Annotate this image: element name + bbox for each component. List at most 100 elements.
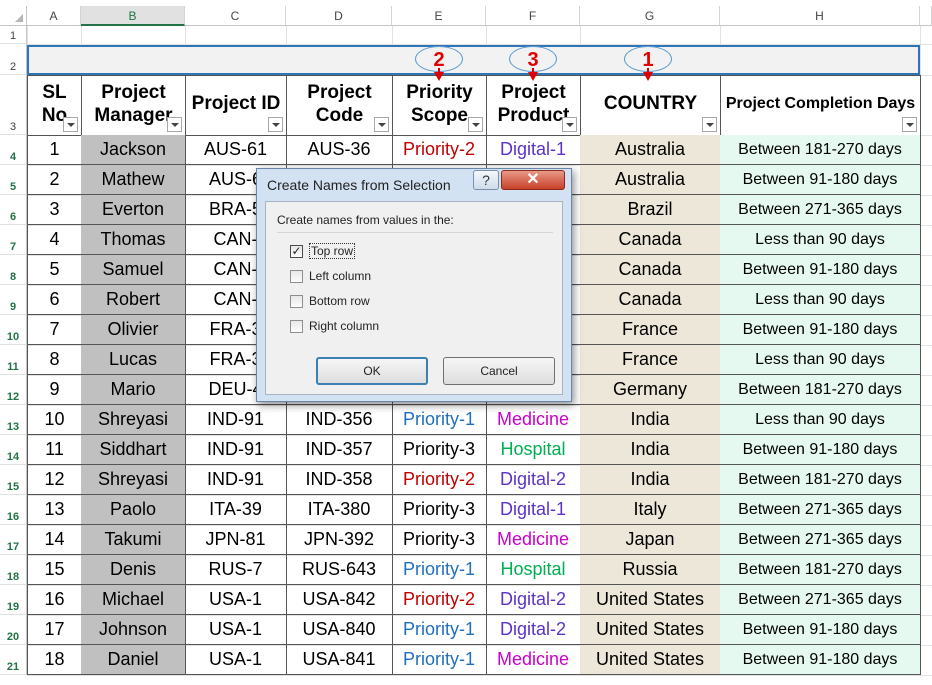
- header-project-code[interactable]: Project Code: [286, 75, 393, 136]
- row-header-3[interactable]: 3: [0, 75, 27, 135]
- cell-sl[interactable]: 9: [27, 375, 82, 405]
- column-header-b[interactable]: B: [81, 6, 185, 26]
- ok-button[interactable]: OK: [316, 357, 428, 385]
- cell-priority[interactable]: Priority-3: [392, 525, 487, 555]
- cell-days[interactable]: Between 91-180 days: [720, 615, 921, 645]
- create-names-dialog[interactable]: Create Names from Selection ? ✕ Create n…: [256, 168, 572, 402]
- cell-manager[interactable]: Lucas: [81, 345, 186, 375]
- cell-product[interactable]: Medicine: [486, 645, 581, 675]
- cell-days[interactable]: Between 181-270 days: [720, 135, 921, 165]
- cell-priority[interactable]: Priority-3: [392, 495, 487, 525]
- option-bottom-row[interactable]: Bottom row: [290, 292, 370, 310]
- cell-sl[interactable]: 13: [27, 495, 82, 525]
- cell-country[interactable]: United States: [580, 615, 721, 645]
- cell-priority[interactable]: Priority-1: [392, 645, 487, 675]
- cell-sl[interactable]: 4: [27, 225, 82, 255]
- cell-days[interactable]: Between 181-270 days: [720, 375, 921, 405]
- row-header-2[interactable]: 2: [0, 44, 27, 75]
- row-header-19[interactable]: 19: [0, 585, 27, 615]
- cell-id[interactable]: JPN-81: [185, 525, 287, 555]
- filter-dropdown-icon[interactable]: [902, 117, 917, 132]
- cell-days[interactable]: Less than 90 days: [720, 225, 921, 255]
- header-priority-scope[interactable]: Priority Scope: [392, 75, 487, 136]
- cell-days[interactable]: Between 271-365 days: [720, 495, 921, 525]
- cell-sl[interactable]: 8: [27, 345, 82, 375]
- filter-dropdown-icon[interactable]: [562, 117, 577, 132]
- row-header-20[interactable]: 20: [0, 615, 27, 645]
- cell-days[interactable]: Between 181-270 days: [720, 465, 921, 495]
- cell-country[interactable]: France: [580, 315, 721, 345]
- column-header-g[interactable]: G: [580, 6, 720, 26]
- header-completion-days[interactable]: Project Completion Days: [720, 75, 921, 136]
- option-right-column[interactable]: Right column: [290, 317, 379, 335]
- cell-days[interactable]: Between 271-365 days: [720, 585, 921, 615]
- column-header-h[interactable]: H: [720, 6, 920, 26]
- header-project-product[interactable]: Project Product: [486, 75, 581, 136]
- row-header-7[interactable]: 7: [0, 225, 27, 255]
- cell-days[interactable]: Between 91-180 days: [720, 165, 921, 195]
- cell-country[interactable]: Canada: [580, 225, 721, 255]
- cell-manager[interactable]: Johnson: [81, 615, 186, 645]
- cell-id[interactable]: IND-91: [185, 465, 287, 495]
- cell-days[interactable]: Between 91-180 days: [720, 255, 921, 285]
- row-header-4[interactable]: 4: [0, 135, 27, 165]
- cell-sl[interactable]: 7: [27, 315, 82, 345]
- row-header-5[interactable]: 5: [0, 165, 27, 195]
- cell-code[interactable]: IND-356: [286, 405, 393, 435]
- cell-sl[interactable]: 11: [27, 435, 82, 465]
- cancel-button[interactable]: Cancel: [443, 357, 555, 385]
- cell-sl[interactable]: 5: [27, 255, 82, 285]
- option-left-column[interactable]: Left column: [290, 267, 371, 285]
- cell-id[interactable]: USA-1: [185, 615, 287, 645]
- cell-id[interactable]: IND-91: [185, 435, 287, 465]
- cell-code[interactable]: IND-357: [286, 435, 393, 465]
- filter-dropdown-icon[interactable]: [702, 117, 717, 132]
- header-sl-no[interactable]: SL No: [27, 75, 82, 136]
- cell-code[interactable]: USA-842: [286, 585, 393, 615]
- cell-sl[interactable]: 17: [27, 615, 82, 645]
- cell-country[interactable]: Australia: [580, 135, 721, 165]
- checkbox-bottom-row[interactable]: [290, 294, 303, 308]
- filter-dropdown-icon[interactable]: [63, 117, 78, 132]
- row-header-13[interactable]: 13: [0, 405, 27, 435]
- cell-sl[interactable]: 18: [27, 645, 82, 675]
- cell-sl[interactable]: 2: [27, 165, 82, 195]
- cell-product[interactable]: Digital-1: [486, 135, 581, 165]
- cell-manager[interactable]: Thomas: [81, 225, 186, 255]
- cell-sl[interactable]: 1: [27, 135, 82, 165]
- row-header-8[interactable]: 8: [0, 255, 27, 285]
- cell-country[interactable]: United States: [580, 645, 721, 675]
- checkbox-left-column[interactable]: [290, 269, 303, 283]
- cell-days[interactable]: Between 91-180 days: [720, 645, 921, 675]
- cell-country[interactable]: United States: [580, 585, 721, 615]
- cell-code[interactable]: JPN-392: [286, 525, 393, 555]
- cell-sl[interactable]: 14: [27, 525, 82, 555]
- row-header-16[interactable]: 16: [0, 495, 27, 525]
- cell-days[interactable]: Between 91-180 days: [720, 435, 921, 465]
- cell-manager[interactable]: Olivier: [81, 315, 186, 345]
- cell-priority[interactable]: Priority-1: [392, 555, 487, 585]
- cell-country[interactable]: Canada: [580, 285, 721, 315]
- cell-code[interactable]: IND-358: [286, 465, 393, 495]
- header-project-id[interactable]: Project ID: [185, 75, 287, 136]
- cell-sl[interactable]: 12: [27, 465, 82, 495]
- cell-priority[interactable]: Priority-1: [392, 405, 487, 435]
- cell-manager[interactable]: Mathew: [81, 165, 186, 195]
- cell-country[interactable]: Russia: [580, 555, 721, 585]
- cell-sl[interactable]: 10: [27, 405, 82, 435]
- cell-priority[interactable]: Priority-1: [392, 615, 487, 645]
- cell-days[interactable]: Less than 90 days: [720, 285, 921, 315]
- filter-dropdown-icon[interactable]: [374, 117, 389, 132]
- row-header-21[interactable]: 21: [0, 645, 27, 675]
- filter-dropdown-icon[interactable]: [468, 117, 483, 132]
- cell-id[interactable]: IND-91: [185, 405, 287, 435]
- cell-priority[interactable]: Priority-3: [392, 435, 487, 465]
- row-header-11[interactable]: 11: [0, 345, 27, 375]
- cell-id[interactable]: USA-1: [185, 585, 287, 615]
- row-header-15[interactable]: 15: [0, 465, 27, 495]
- column-header-e[interactable]: E: [392, 6, 486, 26]
- cell-days[interactable]: Between 181-270 days: [720, 555, 921, 585]
- cell-country[interactable]: Germany: [580, 375, 721, 405]
- cell-product[interactable]: Hospital: [486, 555, 581, 585]
- column-header-d[interactable]: D: [286, 6, 392, 26]
